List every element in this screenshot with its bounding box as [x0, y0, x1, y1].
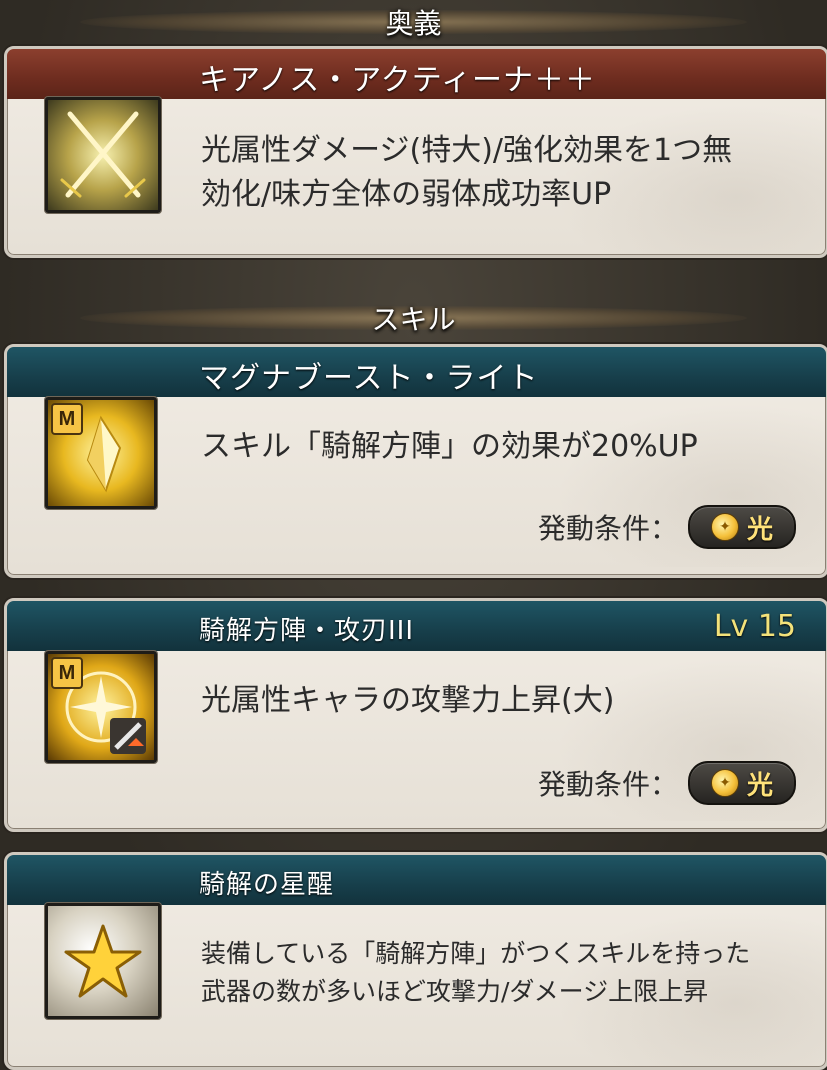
skills-section-header: スキル: [0, 298, 827, 338]
activation-condition: 発動条件： 光: [538, 761, 796, 805]
skill-name: マグナブースト・ライト: [199, 361, 539, 396]
light-attack-up-icon: M: [45, 651, 157, 763]
element-label: 光: [746, 770, 773, 801]
skill-description: 光属性キャラの攻撃力上昇(大): [201, 683, 615, 718]
skill-description: スキル「騎解方陣」の効果が20%UP: [201, 429, 698, 464]
ougi-card[interactable]: キアノス・アクティーナ＋＋ 光属性ダメージ(特大)/強化効果を1つ無 効化/味方…: [4, 46, 827, 258]
ougi-section-title: 奥義: [385, 7, 442, 40]
light-element-pill: 光: [688, 505, 796, 549]
skill-name: 騎解の星醒: [199, 870, 335, 900]
skill-name: 騎解方陣・攻刃III: [199, 616, 415, 646]
ougi-section-header: 奥義: [0, 2, 827, 42]
magna-badge: M: [51, 403, 83, 435]
gold-star-icon: [45, 903, 161, 1019]
light-element-icon: [710, 513, 739, 541]
condition-label: 発動条件：: [537, 512, 678, 545]
ougi-description: 光属性ダメージ(特大)/強化効果を1つ無 効化/味方全体の弱体成功率UP: [201, 133, 733, 212]
light-crystal-icon: M: [45, 397, 157, 509]
skill-description: 装備している「騎解方陣」がつくスキルを持った 武器の数が多いほど攻撃力/ダメージ…: [201, 939, 751, 1006]
light-element-pill: 光: [688, 761, 796, 805]
condition-label: 発動条件：: [537, 768, 678, 801]
skill-level: Lv 15: [713, 609, 796, 644]
magna-badge: M: [51, 657, 83, 689]
element-label: 光: [746, 514, 773, 545]
skill-card-kikai-seisei[interactable]: 騎解の星醒 装備している「騎解方陣」がつくスキルを持った 武器の数が多いほど攻撃…: [4, 852, 827, 1070]
skills-section-title: スキル: [371, 303, 456, 336]
light-element-icon: [710, 769, 739, 797]
skill-card-kikai-houjin[interactable]: 騎解方陣・攻刃III Lv 15 M 光属性キャラの攻撃力上昇(大) 発動条件：…: [4, 598, 827, 832]
activation-condition: 発動条件： 光: [538, 505, 796, 549]
skill-card-magna-boost[interactable]: マグナブースト・ライト M スキル「騎解方陣」の効果が20%UP 発動条件： 光: [4, 344, 827, 578]
crossed-swords-icon: [45, 97, 161, 213]
